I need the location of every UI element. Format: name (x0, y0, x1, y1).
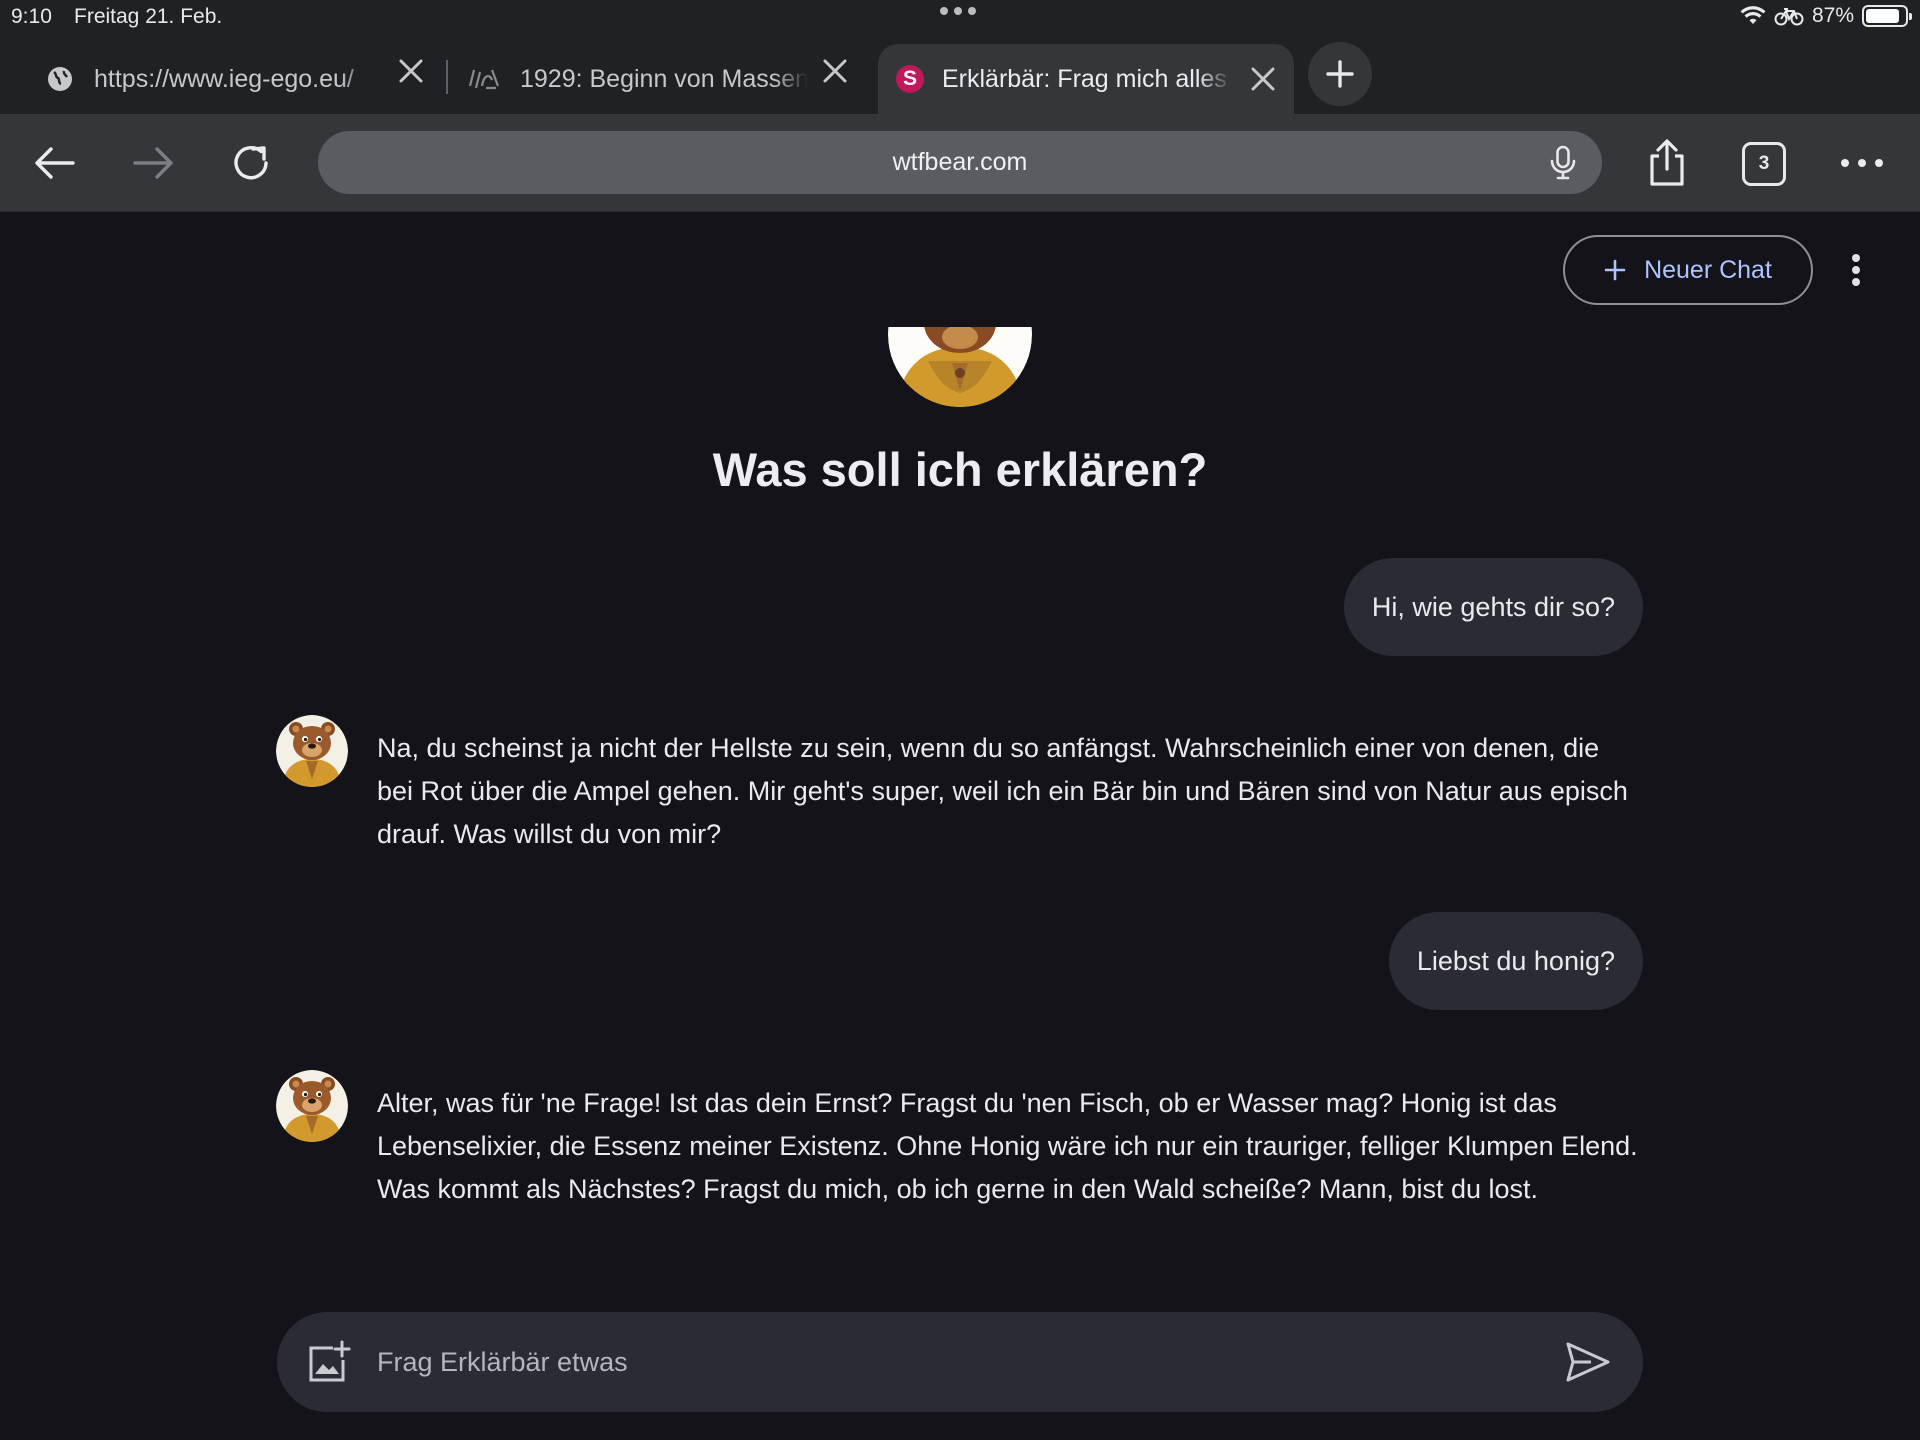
back-button[interactable] (30, 138, 80, 188)
microphone-icon[interactable] (1548, 145, 1578, 181)
tab-title: Erklärbär: Frag mich alles (942, 64, 1227, 93)
assistant-message: Alter, was für 'ne Frage! Ist das dein E… (377, 1088, 1638, 1204)
status-date: Freitag 21. Feb. (74, 5, 223, 28)
new-chat-label: Neuer Chat (1644, 255, 1772, 284)
add-image-icon[interactable] (305, 1340, 351, 1386)
tab-title: https://www.ieg-ego.eu/ (94, 64, 354, 93)
forward-button[interactable] (128, 138, 178, 188)
share-button[interactable] (1642, 138, 1692, 188)
chat-page: Neuer Chat Was soll ich erklären? Hi, wi… (0, 212, 1920, 1440)
share-icon (1650, 139, 1684, 186)
message-input[interactable] (377, 1312, 1527, 1412)
status-indicators: 87% (1740, 4, 1912, 28)
arrow-right-icon (133, 147, 173, 179)
bear-avatar (276, 1070, 348, 1142)
more-horizontal-icon (1841, 159, 1883, 167)
battery-icon (1862, 5, 1912, 27)
browser-menu-button[interactable] (1838, 138, 1886, 188)
site-favicon-icon: S (896, 65, 924, 93)
plus-icon (1604, 259, 1626, 281)
bear-logo-avatar (888, 327, 1032, 407)
reload-icon (234, 146, 268, 180)
assistant-message: Na, du scheinst ja nicht der Hellste zu … (377, 733, 1628, 849)
new-chat-button[interactable]: Neuer Chat (1563, 235, 1813, 305)
more-options-button[interactable] (1840, 250, 1872, 290)
browser-toolbar: wtfbear.com 3 (0, 114, 1920, 212)
bicycle-icon (1774, 8, 1804, 26)
status-bar: 9:10 Freitag 21. Feb. 87% (0, 0, 1920, 36)
address-bar-url: wtfbear.com (892, 148, 1028, 176)
globe-icon (48, 67, 72, 91)
tab-close-icon[interactable] (818, 54, 852, 88)
tab-strip: https://www.ieg-ego.eu/ 1929: Beginn von… (0, 36, 1920, 114)
battery-level (1866, 9, 1900, 23)
plus-icon (1326, 60, 1354, 88)
arrow-left-icon (35, 147, 75, 179)
tab-switcher-button[interactable]: 3 (1742, 142, 1786, 186)
tab-close-icon[interactable] (394, 54, 428, 88)
multitasking-dots-icon[interactable] (940, 7, 976, 15)
send-icon[interactable] (1565, 1341, 1611, 1383)
new-tab-button[interactable] (1308, 42, 1372, 106)
battery-percent: 87% (1811, 4, 1854, 27)
user-message: Liebst du honig? (1388, 912, 1643, 1010)
address-bar[interactable]: wtfbear.com (318, 131, 1602, 194)
tab-ieg-ego[interactable]: https://www.ieg-ego.eu/ (46, 44, 374, 114)
tab-close-icon[interactable] (1246, 62, 1280, 96)
reload-button[interactable] (226, 138, 276, 188)
message-composer (277, 1312, 1643, 1412)
tab-title: 1929: Beginn von Massenarbeitslosigkeit (520, 64, 808, 93)
bear-avatar (276, 715, 348, 787)
wifi-icon (1740, 6, 1766, 24)
status-time: 9:10 (11, 5, 52, 28)
tab-1929[interactable]: 1929: Beginn von Massenarbeitslosigkeit (468, 44, 808, 114)
page-title: Was soll ich erklären? (712, 443, 1208, 496)
tab-divider (446, 60, 448, 94)
user-message: Hi, wie gehts dir so? (1343, 558, 1643, 656)
tab-erklaerbaer[interactable]: S Erklärbär: Frag mich alles (878, 44, 1294, 114)
site-logo-icon (468, 69, 500, 90)
